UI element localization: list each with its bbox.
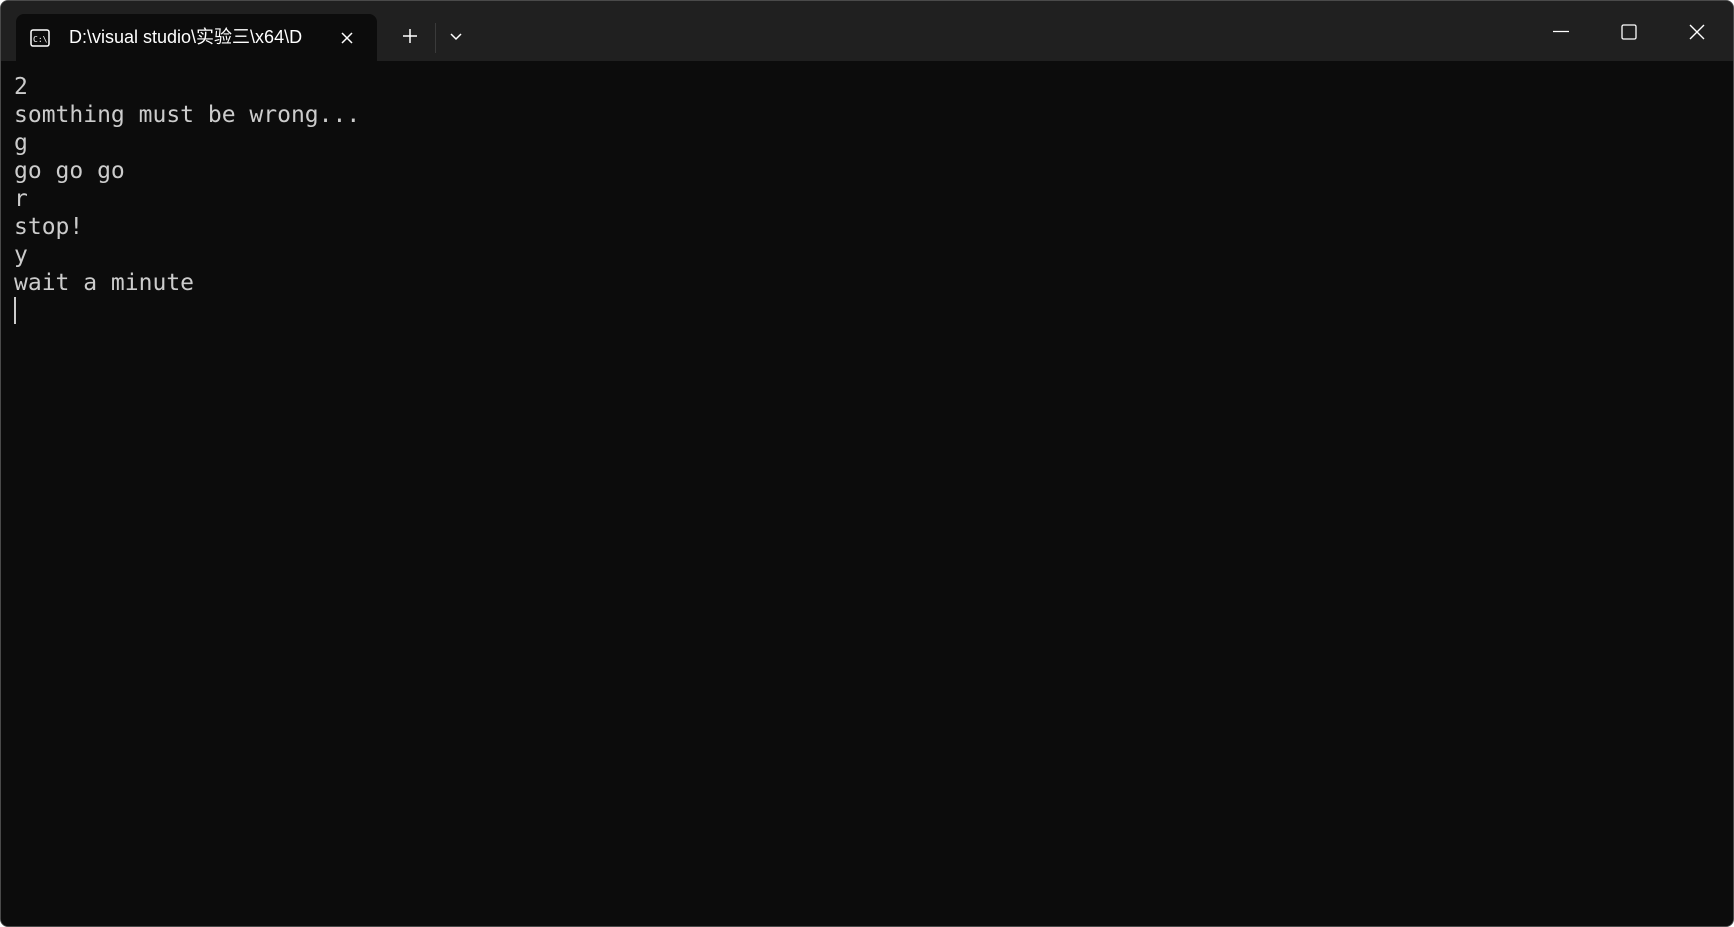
output-line: y: [14, 242, 28, 268]
tab-title: D:\visual studio\实验三\x64\D: [69, 27, 303, 47]
close-button[interactable]: [1663, 1, 1731, 61]
active-tab[interactable]: C:\ D:\visual studio\实验三\x64\D: [16, 14, 377, 61]
output-line: 2: [14, 74, 28, 100]
output-line: wait a minute: [14, 270, 195, 296]
title-bar[interactable]: C:\ D:\visual studio\实验三\x64\D: [1, 1, 1733, 61]
maximize-button[interactable]: [1595, 1, 1663, 61]
text-cursor: [14, 297, 16, 324]
terminal-icon: C:\: [30, 29, 50, 47]
svg-text:C:\: C:\: [33, 35, 48, 44]
terminal-output[interactable]: 2 somthing must be wrong... g go go go r…: [1, 61, 1733, 926]
output-line: r: [14, 186, 28, 212]
tab-close-icon[interactable]: [334, 25, 360, 51]
terminal-window: C:\ D:\visual studio\实验三\x64\D 2 somthin…: [0, 0, 1734, 927]
minimize-icon: [1553, 30, 1569, 33]
chevron-down-icon: [450, 33, 462, 41]
close-icon: [1689, 24, 1705, 40]
new-tab-button[interactable]: [394, 20, 426, 52]
output-line: go go go: [14, 158, 125, 184]
output-line: g: [14, 130, 28, 156]
output-line: somthing must be wrong...: [14, 102, 361, 128]
plus-icon: [403, 29, 417, 43]
tab-dropdown-button[interactable]: [441, 20, 471, 52]
minimize-button[interactable]: [1527, 1, 1595, 61]
tab-separator: [435, 23, 436, 53]
output-line: stop!: [14, 214, 84, 240]
maximize-icon: [1621, 24, 1637, 40]
